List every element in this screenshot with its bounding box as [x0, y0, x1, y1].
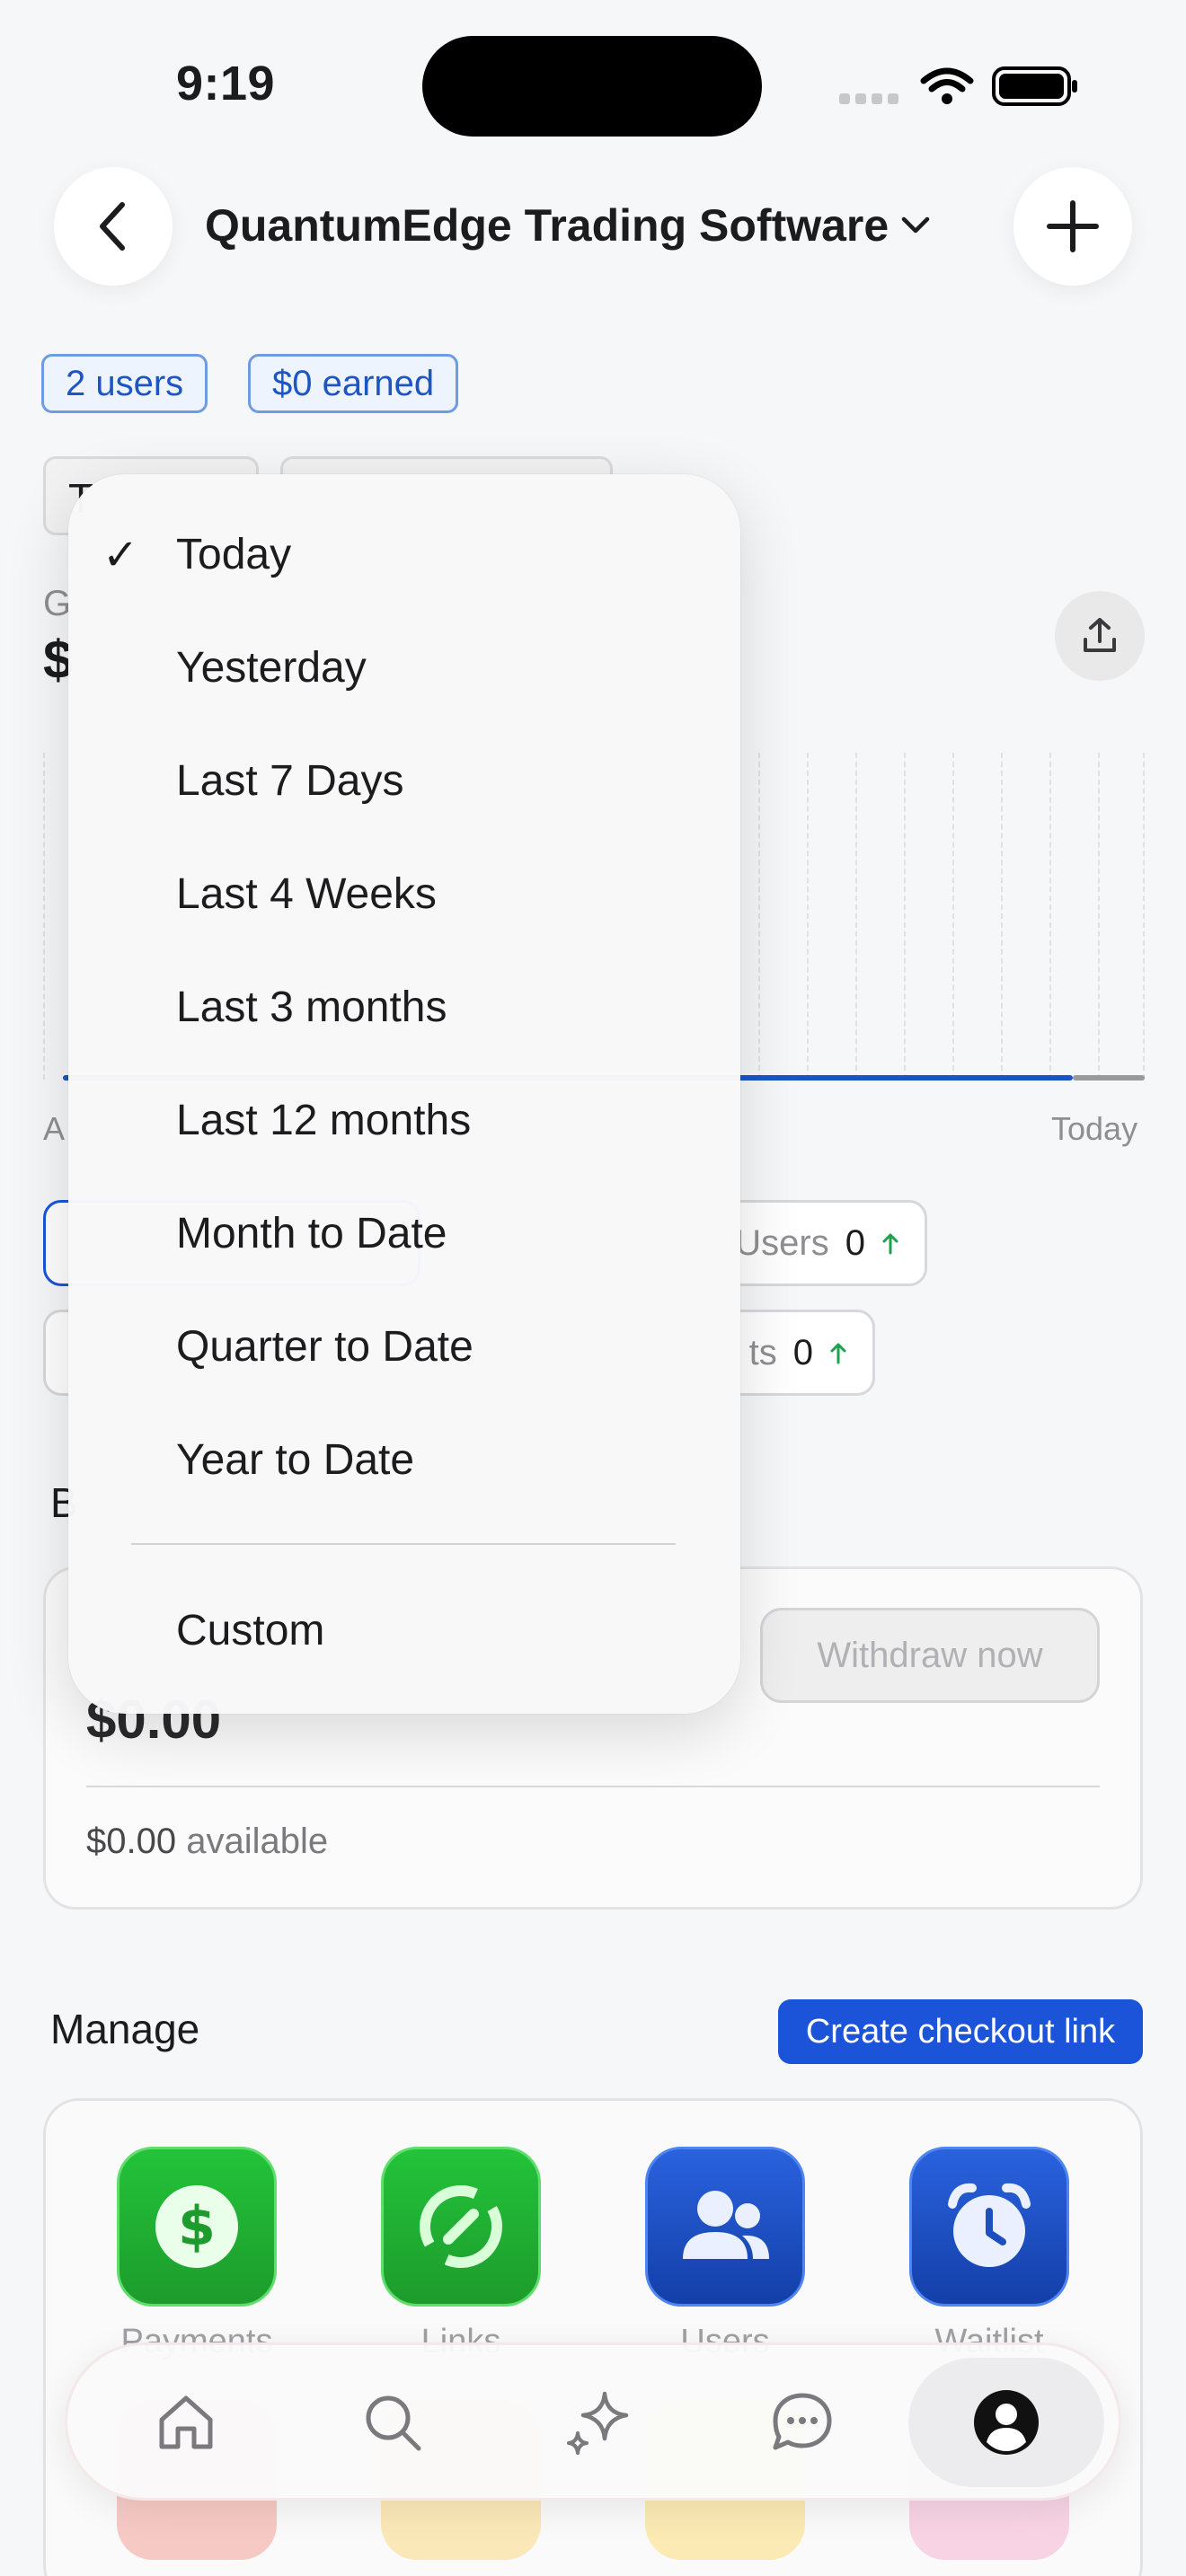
sparkle-icon: [567, 2391, 629, 2455]
alarm-clock-icon: [948, 2183, 1031, 2267]
dynamic-island: [422, 36, 762, 137]
chat-icon: [773, 2393, 832, 2450]
menu-item-custom[interactable]: Custom: [176, 1606, 324, 1655]
tab-messages[interactable]: [743, 2363, 862, 2482]
menu-item-last-3-months[interactable]: Last 3 months: [176, 983, 447, 1032]
profile-icon: [974, 2390, 1039, 2455]
share-button[interactable]: [1055, 591, 1145, 681]
available-amount: $0.00: [86, 1822, 177, 1861]
manage-title: Manage: [50, 2006, 200, 2052]
stat-users-value: 0: [845, 1222, 865, 1263]
axis-start-label: A: [43, 1110, 66, 1147]
available-label: available: [186, 1822, 329, 1861]
users-icon: [683, 2191, 769, 2259]
menu-item-last-7-days[interactable]: Last 7 Days: [176, 756, 403, 806]
home-icon: [159, 2395, 213, 2449]
axis-end-label: Today: [1051, 1110, 1138, 1147]
add-button[interactable]: [1013, 167, 1132, 286]
arrow-up-icon: [882, 1233, 898, 1255]
app-tile-waitlist[interactable]: [909, 2147, 1069, 2307]
link-icon: [420, 2185, 502, 2268]
menu-item-last-12-months[interactable]: Last 12 months: [176, 1096, 471, 1145]
plus-icon: [1047, 200, 1099, 252]
tab-home[interactable]: [127, 2363, 245, 2482]
checkmark-icon: ✓: [102, 532, 139, 579]
svg-text:$: $: [178, 2195, 216, 2258]
date-range-dropdown: ✓ Today Yesterday Last 7 Days Last 4 Wee…: [68, 474, 740, 1714]
tab-profile[interactable]: [947, 2363, 1066, 2482]
menu-item-quarter-to-date[interactable]: Quarter to Date: [176, 1322, 474, 1372]
status-time: 9:19: [176, 57, 276, 110]
page-title: QuantumEdge Trading Software: [205, 200, 890, 251]
app-selector[interactable]: QuantumEdge Trading Software: [205, 199, 930, 251]
menu-item-today[interactable]: Today: [176, 530, 291, 579]
app-tile-links[interactable]: [381, 2147, 541, 2307]
stat-payments-label: ts: [748, 1332, 777, 1372]
create-checkout-link-button[interactable]: Create checkout link: [778, 1999, 1143, 2064]
dollar-icon: $: [155, 2185, 238, 2268]
signal-icon: [839, 93, 898, 104]
menu-item-month-to-date[interactable]: Month to Date: [176, 1209, 447, 1258]
arrow-up-icon: [830, 1343, 846, 1364]
chart-line-future: [1073, 1075, 1145, 1081]
stat-payments-value: 0: [792, 1332, 813, 1372]
divider: [86, 1786, 1100, 1787]
earned-badge[interactable]: $0 earned: [248, 354, 459, 413]
battery-icon: [992, 66, 1077, 106]
withdraw-button[interactable]: Withdraw now: [760, 1608, 1100, 1703]
share-icon: [1084, 618, 1116, 652]
app-tile-users[interactable]: [645, 2147, 805, 2307]
gross-label: G: [43, 584, 72, 623]
available-balance: $0.00 available: [86, 1822, 328, 1862]
menu-divider: [131, 1543, 676, 1545]
tab-ai[interactable]: [538, 2363, 657, 2482]
chevron-left-icon: [100, 202, 125, 251]
menu-item-year-to-date[interactable]: Year to Date: [176, 1435, 414, 1485]
stat-users-label: Users: [735, 1222, 829, 1263]
users-badge[interactable]: 2 users: [41, 354, 208, 413]
tab-bar: [65, 2342, 1121, 2501]
tab-search[interactable]: [333, 2363, 452, 2482]
chevron-down-icon: [901, 216, 930, 234]
search-icon: [366, 2395, 421, 2451]
status-icons: [839, 63, 1082, 108]
wifi-icon: [920, 67, 974, 93]
menu-item-yesterday[interactable]: Yesterday: [176, 643, 367, 693]
app-tile-payments[interactable]: $: [117, 2147, 277, 2307]
back-button[interactable]: [54, 167, 173, 286]
menu-item-last-4-weeks[interactable]: Last 4 Weeks: [176, 869, 437, 919]
